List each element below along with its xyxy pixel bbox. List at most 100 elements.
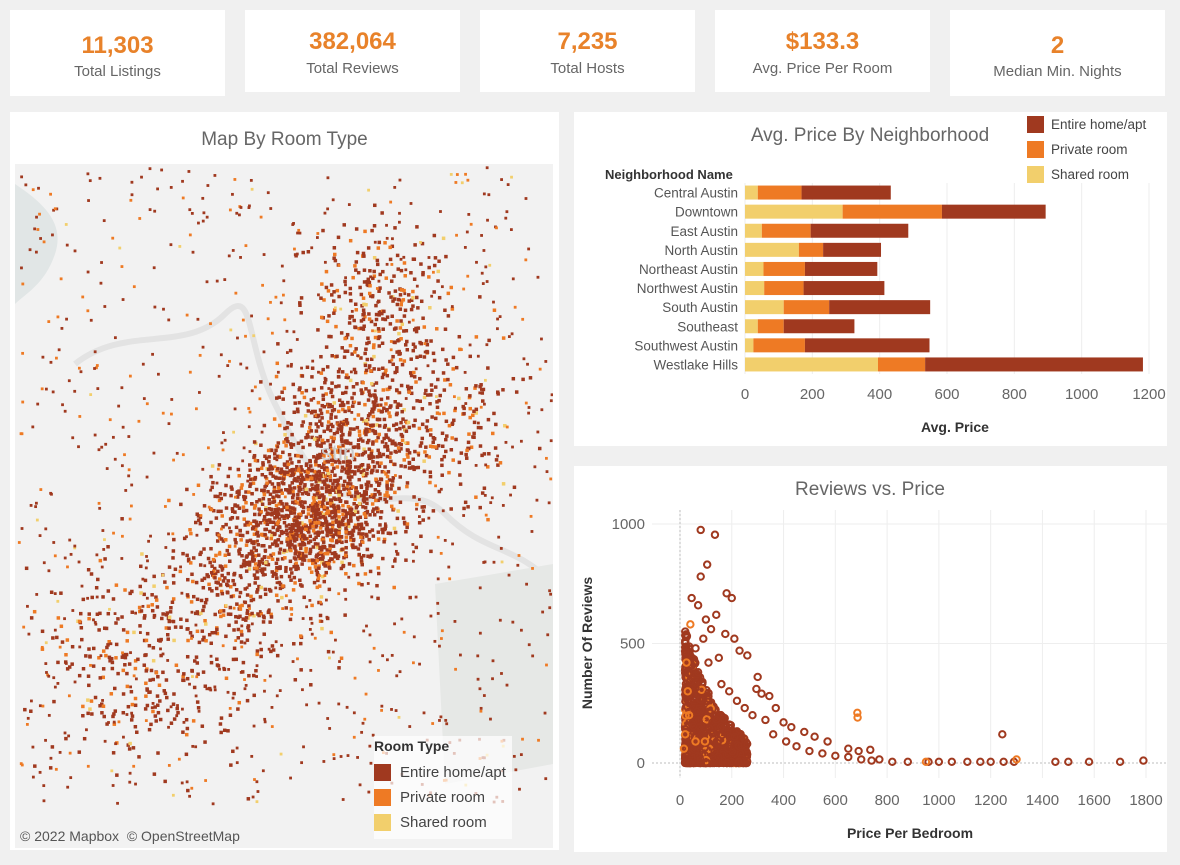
map-listing-dot[interactable] (234, 291, 238, 295)
map-listing-dot[interactable] (263, 454, 267, 458)
map-listing-dot[interactable] (398, 178, 402, 182)
map-listing-dot[interactable] (114, 656, 118, 660)
map-listing-dot[interactable] (52, 699, 56, 704)
map-listing-dot[interactable] (261, 769, 265, 773)
map-listing-dot[interactable] (77, 445, 80, 449)
map-listing-dot[interactable] (278, 547, 283, 551)
map-listing-dot[interactable] (482, 694, 486, 697)
map-listing-dot[interactable] (221, 448, 225, 452)
map-listing-dot[interactable] (251, 541, 255, 545)
map-listing-dot[interactable] (270, 331, 274, 335)
bar-segment[interactable] (941, 204, 1046, 219)
map-listing-dot[interactable] (130, 702, 135, 707)
map-listing-dot[interactable] (347, 562, 352, 566)
map-listing-dot[interactable] (347, 321, 352, 325)
map-listing-dot[interactable] (245, 520, 249, 525)
map-listing-dot[interactable] (330, 354, 334, 358)
map-listing-dot[interactable] (328, 543, 332, 548)
map-listing-dot[interactable] (474, 335, 479, 339)
map-listing-dot[interactable] (283, 432, 287, 437)
map-listing-dot[interactable] (121, 298, 125, 301)
map-listing-dot[interactable] (239, 486, 244, 490)
map-listing-dot[interactable] (330, 510, 334, 515)
map-listing-dot[interactable] (389, 348, 393, 352)
map-listing-dot[interactable] (248, 410, 252, 414)
map-listing-dot[interactable] (253, 566, 257, 570)
map-listing-dot[interactable] (255, 800, 259, 804)
map-listing-dot[interactable] (56, 682, 60, 685)
map-listing-dot[interactable] (359, 535, 363, 539)
map-listing-dot[interactable] (362, 280, 367, 284)
map-listing-dot[interactable] (376, 435, 380, 440)
map-listing-dot[interactable] (483, 493, 487, 497)
map-listing-dot[interactable] (291, 535, 296, 539)
map-listing-dot[interactable] (420, 422, 425, 427)
map-listing-dot[interactable] (24, 183, 28, 187)
map-listing-dot[interactable] (194, 694, 198, 698)
map-listing-dot[interactable] (321, 540, 326, 544)
map-listing-dot[interactable] (263, 527, 267, 532)
map-listing-dot[interactable] (430, 294, 434, 298)
map-listing-dot[interactable] (482, 452, 487, 456)
map-listing-dot[interactable] (125, 713, 129, 716)
map-listing-dot[interactable] (348, 292, 353, 296)
map-listing-dot[interactable] (438, 719, 441, 722)
bar-segment[interactable] (761, 223, 811, 238)
map-listing-dot[interactable] (385, 315, 390, 319)
map-listing-dot[interactable] (399, 442, 403, 447)
map-listing-dot[interactable] (364, 419, 369, 423)
map-listing-dot[interactable] (352, 735, 356, 739)
map-listing-dot[interactable] (293, 678, 298, 682)
map-listing-dot[interactable] (112, 531, 115, 535)
map-listing-dot[interactable] (353, 325, 358, 330)
map-listing-dot[interactable] (65, 317, 68, 321)
map-listing-dot[interactable] (166, 637, 170, 641)
map-listing-dot[interactable] (252, 673, 256, 678)
map-listing-dot[interactable] (196, 483, 201, 488)
map-listing-dot[interactable] (398, 298, 402, 302)
map-listing-dot[interactable] (139, 564, 143, 569)
map-listing-dot[interactable] (339, 331, 344, 335)
map-listing-dot[interactable] (104, 442, 108, 446)
map-listing-dot[interactable] (372, 464, 377, 469)
map-listing-dot[interactable] (323, 380, 327, 385)
map-listing-dot[interactable] (388, 385, 392, 390)
map-listing-dot[interactable] (356, 413, 361, 417)
map-listing-dot[interactable] (233, 544, 237, 548)
bar-segment[interactable] (804, 261, 878, 276)
map-listing-dot[interactable] (101, 675, 106, 680)
map-listing-dot[interactable] (205, 215, 209, 219)
map-listing-dot[interactable] (529, 514, 533, 518)
map-listing-dot[interactable] (337, 294, 341, 299)
map-listing-dot[interactable] (142, 616, 147, 620)
map-listing-dot[interactable] (235, 532, 239, 537)
map-listing-dot[interactable] (361, 296, 366, 300)
map-listing-dot[interactable] (404, 529, 408, 534)
map-listing-dot[interactable] (381, 654, 385, 658)
map-listing-dot[interactable] (53, 685, 57, 689)
map-listing-dot[interactable] (236, 707, 240, 711)
map-listing-dot[interactable] (203, 740, 207, 744)
map-listing-dot[interactable] (292, 575, 297, 580)
map-listing-dot[interactable] (145, 703, 150, 708)
map-listing-dot[interactable] (544, 360, 548, 363)
map-listing-dot[interactable] (66, 785, 70, 789)
map-listing-dot[interactable] (171, 532, 175, 536)
map-listing-dot[interactable] (358, 285, 362, 290)
map-listing-dot[interactable] (308, 422, 313, 426)
map-listing-dot[interactable] (56, 616, 61, 620)
map-listing-dot[interactable] (239, 564, 244, 569)
map-listing-dot[interactable] (374, 394, 377, 398)
map-listing-dot[interactable] (68, 751, 72, 755)
map-listing-dot[interactable] (305, 432, 310, 437)
map-listing-dot[interactable] (130, 589, 134, 594)
map-listing-dot[interactable] (292, 330, 296, 334)
map-listing-dot[interactable] (49, 360, 53, 364)
map-listing-dot[interactable] (367, 188, 370, 192)
map-listing-dot[interactable] (226, 364, 230, 367)
map-listing-dot[interactable] (399, 420, 403, 425)
map-listing-dot[interactable] (186, 557, 191, 562)
map-listing-dot[interactable] (146, 604, 151, 609)
map-listing-dot[interactable] (359, 485, 364, 490)
map-listing-dot[interactable] (154, 598, 159, 602)
